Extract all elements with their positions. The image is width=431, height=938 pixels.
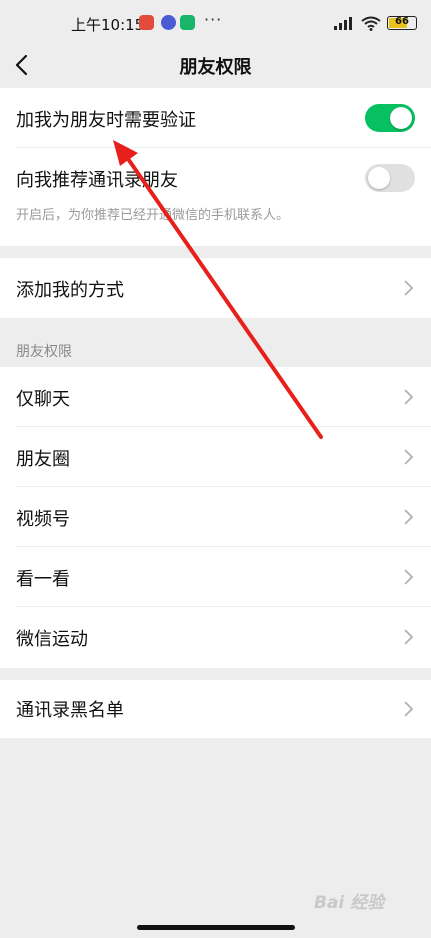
chevron-right-icon xyxy=(404,449,414,465)
add-methods-group: 添加我的方式 xyxy=(0,258,431,318)
nav-bar: 朋友权限 xyxy=(0,44,431,88)
page-title: 朋友权限 xyxy=(179,57,252,78)
blacklist-label: 通讯录黑名单 xyxy=(16,700,124,721)
permissions-section-header: 朋友权限 xyxy=(16,344,72,360)
contacts-blacklist-row[interactable]: 通讯录黑名单 xyxy=(0,680,431,740)
recommend-hint: 开启后，为你推荐已经开通微信的手机联系人。 xyxy=(16,208,290,223)
chevron-right-icon xyxy=(404,389,414,405)
recommend-contacts-toggle[interactable] xyxy=(365,164,415,192)
baidu-watermark: Bai 经验 xyxy=(314,893,385,913)
permission-item-werun[interactable]: 微信运动 xyxy=(0,607,431,667)
add-methods-label: 添加我的方式 xyxy=(16,280,124,301)
permission-item-top-stories[interactable]: 看一看 xyxy=(0,547,431,607)
chevron-right-icon xyxy=(404,509,414,525)
status-indicators: 66 xyxy=(333,14,417,32)
permission-item-moments[interactable]: 朋友圈 xyxy=(0,427,431,487)
signal-icon xyxy=(334,17,352,30)
permission-item-label: 视频号 xyxy=(16,509,70,530)
wifi-icon xyxy=(361,16,381,31)
permission-item-label: 朋友圈 xyxy=(16,449,70,470)
chevron-right-icon xyxy=(404,569,414,585)
chevron-right-icon xyxy=(404,701,414,717)
chevron-right-icon xyxy=(404,629,414,645)
permission-item-label: 仅聊天 xyxy=(16,389,70,410)
add-verify-row[interactable]: 加我为朋友时需要验证 xyxy=(0,88,431,148)
permission-item-label: 微信运动 xyxy=(16,629,88,650)
add-verify-label: 加我为朋友时需要验证 xyxy=(16,110,196,131)
notification-app-icon xyxy=(139,15,154,30)
permission-item-label: 看一看 xyxy=(16,569,70,590)
chevron-right-icon xyxy=(404,280,414,296)
recommend-contacts-label: 向我推荐通讯录朋友 xyxy=(16,170,178,191)
blacklist-group: 通讯录黑名单 xyxy=(0,680,431,738)
status-bar: 上午10:15 ··· 66 xyxy=(0,0,431,44)
more-notifications-icon: ··· xyxy=(204,10,223,29)
add-verify-toggle[interactable] xyxy=(365,104,415,132)
permissions-group: 仅聊天 朋友圈 视频号 看一看 微信运动 xyxy=(0,367,431,668)
notification-app-icon xyxy=(161,15,176,30)
add-methods-row[interactable]: 添加我的方式 xyxy=(0,258,431,318)
permission-item-channels[interactable]: 视频号 xyxy=(0,487,431,547)
permission-item-chat-only[interactable]: 仅聊天 xyxy=(0,367,431,427)
home-indicator[interactable] xyxy=(137,925,295,930)
recommend-contacts-row[interactable]: 向我推荐通讯录朋友 xyxy=(0,148,431,246)
status-time: 上午10:15 xyxy=(71,16,145,34)
battery-level: 66 xyxy=(395,16,409,27)
notification-shield-icon xyxy=(180,15,195,30)
battery-icon: 66 xyxy=(387,16,417,30)
